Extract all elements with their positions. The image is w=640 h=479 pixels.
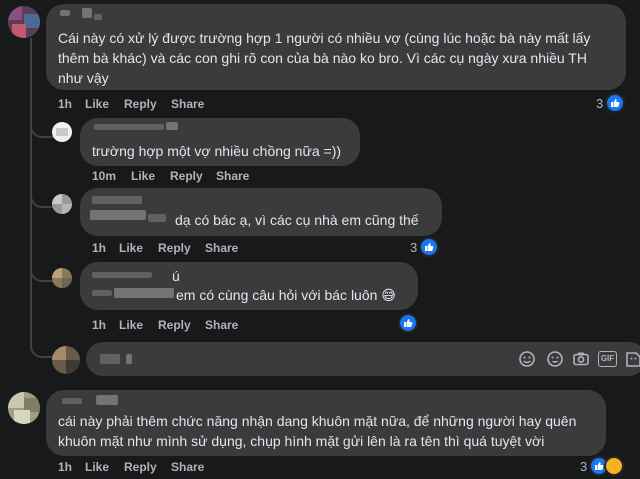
- like-button[interactable]: Like: [119, 318, 143, 332]
- avatar[interactable]: [8, 6, 40, 38]
- reply-input-placeholder-redacted: [126, 354, 132, 364]
- like-button[interactable]: Like: [85, 97, 109, 111]
- comment-text: trường hợp một vợ nhiều chồng nữa =)): [92, 143, 342, 159]
- share-button[interactable]: Share: [216, 169, 249, 183]
- author-name-redacted[interactable]: [114, 288, 174, 298]
- comment-text: dạ có bác ạ, vì các cụ nhà em cũng thế: [175, 212, 419, 228]
- reply-button[interactable]: Reply: [124, 97, 157, 111]
- haha-icon: [604, 456, 625, 476]
- share-button[interactable]: Share: [171, 460, 204, 474]
- timestamp[interactable]: 1h: [58, 97, 72, 111]
- share-button[interactable]: Share: [205, 241, 238, 255]
- author-name-redacted[interactable]: [148, 214, 166, 222]
- thread-branch: [30, 118, 54, 138]
- avatar[interactable]: [52, 268, 72, 288]
- author-name-redacted[interactable]: [92, 272, 152, 278]
- like-button[interactable]: Like: [119, 241, 143, 255]
- comment-text: em có cùng câu hỏi với bác luôn 😅: [176, 287, 396, 303]
- reaction-count: 3: [410, 239, 418, 255]
- comment-text: cái này phải thêm chức năng nhận dang kh…: [58, 413, 577, 429]
- thread-branch: [30, 262, 54, 282]
- reply-input-placeholder-redacted: [100, 354, 120, 364]
- author-name-redacted[interactable]: [60, 10, 70, 16]
- reply-button[interactable]: Reply: [124, 460, 157, 474]
- reaction-summary[interactable]: [398, 313, 418, 333]
- share-button[interactable]: Share: [171, 97, 204, 111]
- stickers-more-icon[interactable]: [624, 350, 640, 368]
- avatar[interactable]: [52, 122, 72, 142]
- author-name-redacted[interactable]: [96, 395, 118, 405]
- author-name-redacted[interactable]: [90, 210, 146, 220]
- reaction-summary[interactable]: 3: [596, 93, 626, 113]
- thread-branch: [30, 336, 54, 358]
- reaction-count: 3: [596, 95, 604, 111]
- reaction-summary[interactable]: 3: [580, 456, 625, 476]
- like-icon: [605, 93, 626, 113]
- reply-button[interactable]: Reply: [158, 241, 191, 255]
- share-button[interactable]: Share: [205, 318, 238, 332]
- sticker-icon[interactable]: [546, 350, 564, 368]
- reaction-count: 3: [580, 458, 588, 474]
- camera-icon[interactable]: [572, 350, 590, 368]
- comment-text: khuôn mặt như mình sử dụng, chụp hình mặ…: [58, 433, 545, 449]
- timestamp[interactable]: 1h: [58, 460, 72, 474]
- gif-icon[interactable]: GIF: [598, 351, 617, 367]
- thread-branch: [30, 188, 54, 208]
- author-name-redacted[interactable]: [92, 196, 142, 204]
- author-name-redacted[interactable]: [92, 290, 112, 296]
- author-name-fragment[interactable]: ú: [172, 266, 180, 286]
- like-button[interactable]: Like: [85, 460, 109, 474]
- current-user-avatar[interactable]: [52, 346, 80, 374]
- like-icon: [398, 313, 418, 333]
- author-name-redacted[interactable]: [62, 398, 82, 404]
- reply-button[interactable]: Reply: [170, 169, 203, 183]
- avatar[interactable]: [52, 194, 72, 214]
- comment-text: thêm bà khác) và các con ghi rõ con của …: [58, 50, 587, 66]
- timestamp[interactable]: 1h: [92, 241, 106, 255]
- gif-label: GIF: [600, 354, 615, 363]
- author-name-redacted[interactable]: [94, 14, 102, 20]
- author-name-redacted[interactable]: [94, 124, 164, 130]
- reply-button[interactable]: Reply: [158, 318, 191, 332]
- like-icon: [419, 237, 440, 257]
- comment-text: như vậy: [58, 70, 109, 86]
- emoji-icon[interactable]: [518, 350, 536, 368]
- comment-text: Cái này có xử lý được trường hợp 1 người…: [58, 30, 591, 46]
- avatar[interactable]: [8, 392, 40, 424]
- reaction-summary[interactable]: 3: [410, 237, 440, 257]
- like-button[interactable]: Like: [131, 169, 155, 183]
- author-name-redacted[interactable]: [82, 8, 92, 18]
- timestamp[interactable]: 1h: [92, 318, 106, 332]
- author-name-redacted[interactable]: [166, 122, 178, 130]
- timestamp[interactable]: 10m: [92, 169, 116, 183]
